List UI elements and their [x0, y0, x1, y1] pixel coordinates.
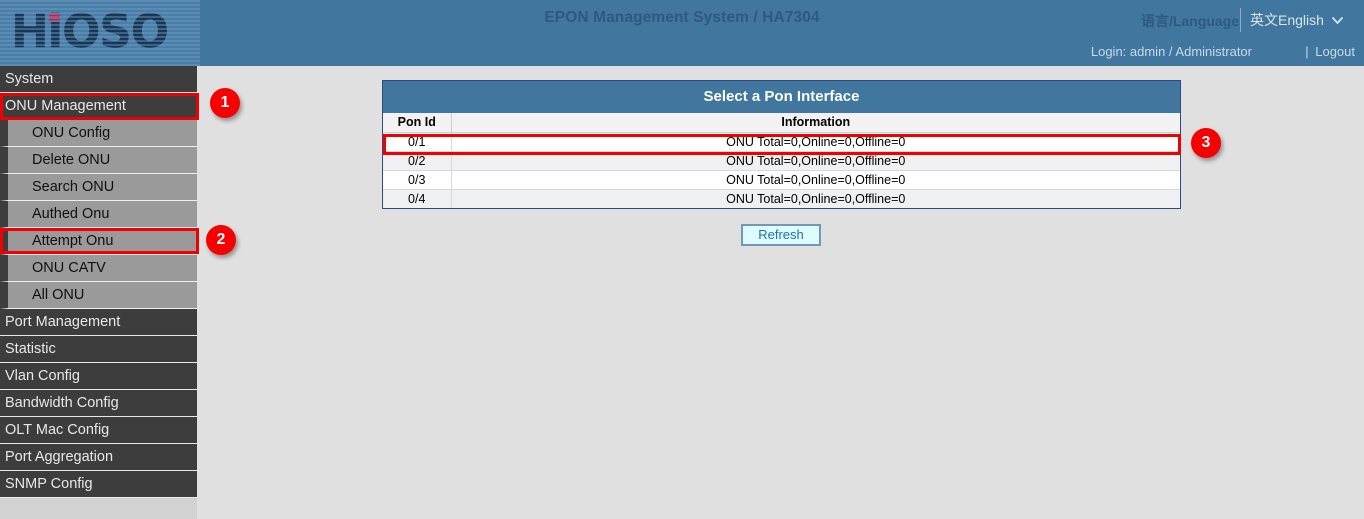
cell-pon-id[interactable]: 0/1: [383, 132, 451, 151]
sidebar-item-label: SNMP Config: [5, 476, 93, 492]
sidebar-nav: System ONU Management ONU Config Delete ONU…: [0, 66, 197, 519]
logout-separator: |: [1305, 44, 1308, 59]
sidebar-item-olt-mac-config[interactable]: OLT Mac Config: [0, 417, 197, 444]
cell-pon-id[interactable]: 0/3: [383, 170, 451, 189]
cell-information[interactable]: ONU Total=0,Online=0,Offline=0: [451, 170, 1180, 189]
sidebar-item-attempt-onu[interactable]: Attempt Onu: [0, 228, 197, 255]
sidebar-item-label: Attempt Onu: [32, 233, 113, 249]
chevron-down-icon: [1331, 9, 1344, 39]
sidebar-item-authed-onu[interactable]: Authed Onu: [0, 201, 197, 228]
sidebar-item-snmp-config[interactable]: SNMP Config: [0, 471, 197, 498]
pon-interface-table: Pon Id Information 0/1ONU Total=0,Online…: [383, 113, 1180, 208]
sidebar-item-system[interactable]: System: [0, 66, 197, 93]
sidebar-item-statistic[interactable]: Statistic: [0, 336, 197, 363]
sidebar-item-label: Delete ONU: [32, 152, 110, 168]
sidebar-item-label: ONU CATV: [32, 260, 106, 276]
sidebar-item-label: ONU Management: [5, 98, 126, 114]
sidebar-item-delete-onu[interactable]: Delete ONU: [0, 147, 197, 174]
cell-information[interactable]: ONU Total=0,Online=0,Offline=0: [451, 151, 1180, 170]
table-row[interactable]: 0/3ONU Total=0,Online=0,Offline=0: [383, 170, 1180, 189]
cell-information[interactable]: ONU Total=0,Online=0,Offline=0: [451, 132, 1180, 151]
sidebar-item-onu-management[interactable]: ONU Management: [0, 93, 197, 120]
sidebar-item-vlan-config[interactable]: Vlan Config: [0, 363, 197, 390]
sidebar-item-onu-config[interactable]: ONU Config: [0, 120, 197, 147]
sidebar-item-label: Search ONU: [32, 179, 114, 195]
language-select-value: 英文English: [1250, 12, 1324, 28]
pon-interface-panel: Select a Pon Interface Pon Id Informatio…: [382, 80, 1181, 209]
sidebar-item-bandwidth-config[interactable]: Bandwidth Config: [0, 390, 197, 417]
cell-information[interactable]: ONU Total=0,Online=0,Offline=0: [451, 189, 1180, 208]
sidebar-item-label: OLT Mac Config: [5, 422, 109, 438]
logout-area: | Logout: [1305, 44, 1355, 59]
sidebar-item-label: Authed Onu: [32, 206, 109, 222]
sidebar-item-label: Port Management: [5, 314, 120, 330]
login-info: Login: admin / Administrator: [1091, 44, 1252, 59]
sidebar-item-label: Bandwidth Config: [5, 395, 119, 411]
table-row[interactable]: 0/4ONU Total=0,Online=0,Offline=0: [383, 189, 1180, 208]
annotation-badge-3: 3: [1191, 128, 1221, 158]
annotation-badge-2: 2: [206, 225, 236, 255]
sidebar-item-onu-catv[interactable]: ONU CATV: [0, 255, 197, 282]
sidebar-item-label: Statistic: [5, 341, 56, 357]
sidebar-item-port-management[interactable]: Port Management: [0, 309, 197, 336]
sidebar-item-port-aggregation[interactable]: Port Aggregation: [0, 444, 197, 471]
column-header-information: Information: [451, 113, 1180, 132]
app-header: HiOSO EPON Management System / HA7304 语言…: [0, 0, 1364, 66]
annotation-badge-1: 1: [210, 88, 240, 118]
sidebar-item-all-onu[interactable]: All ONU: [0, 282, 197, 309]
sidebar-item-label: Port Aggregation: [5, 449, 113, 465]
column-header-pon-id: Pon Id: [383, 113, 451, 132]
table-row[interactable]: 0/2ONU Total=0,Online=0,Offline=0: [383, 151, 1180, 170]
cell-pon-id[interactable]: 0/2: [383, 151, 451, 170]
sidebar-item-search-onu[interactable]: Search ONU: [0, 174, 197, 201]
cell-pon-id[interactable]: 0/4: [383, 189, 451, 208]
language-select[interactable]: 英文English: [1240, 8, 1354, 32]
table-header-row: Pon Id Information: [383, 113, 1180, 132]
panel-title: Select a Pon Interface: [383, 81, 1180, 113]
logout-link[interactable]: Logout: [1315, 44, 1355, 59]
sidebar-item-label: Vlan Config: [5, 368, 80, 384]
table-row[interactable]: 0/1ONU Total=0,Online=0,Offline=0: [383, 132, 1180, 151]
sidebar-item-label: All ONU: [32, 287, 84, 303]
sidebar-item-label: ONU Config: [32, 125, 110, 141]
language-label: 语言/Language: [1141, 11, 1239, 31]
sidebar-item-label: System: [5, 71, 53, 87]
main-content: Select a Pon Interface Pon Id Informatio…: [197, 66, 1364, 519]
refresh-button[interactable]: Refresh: [741, 224, 821, 246]
